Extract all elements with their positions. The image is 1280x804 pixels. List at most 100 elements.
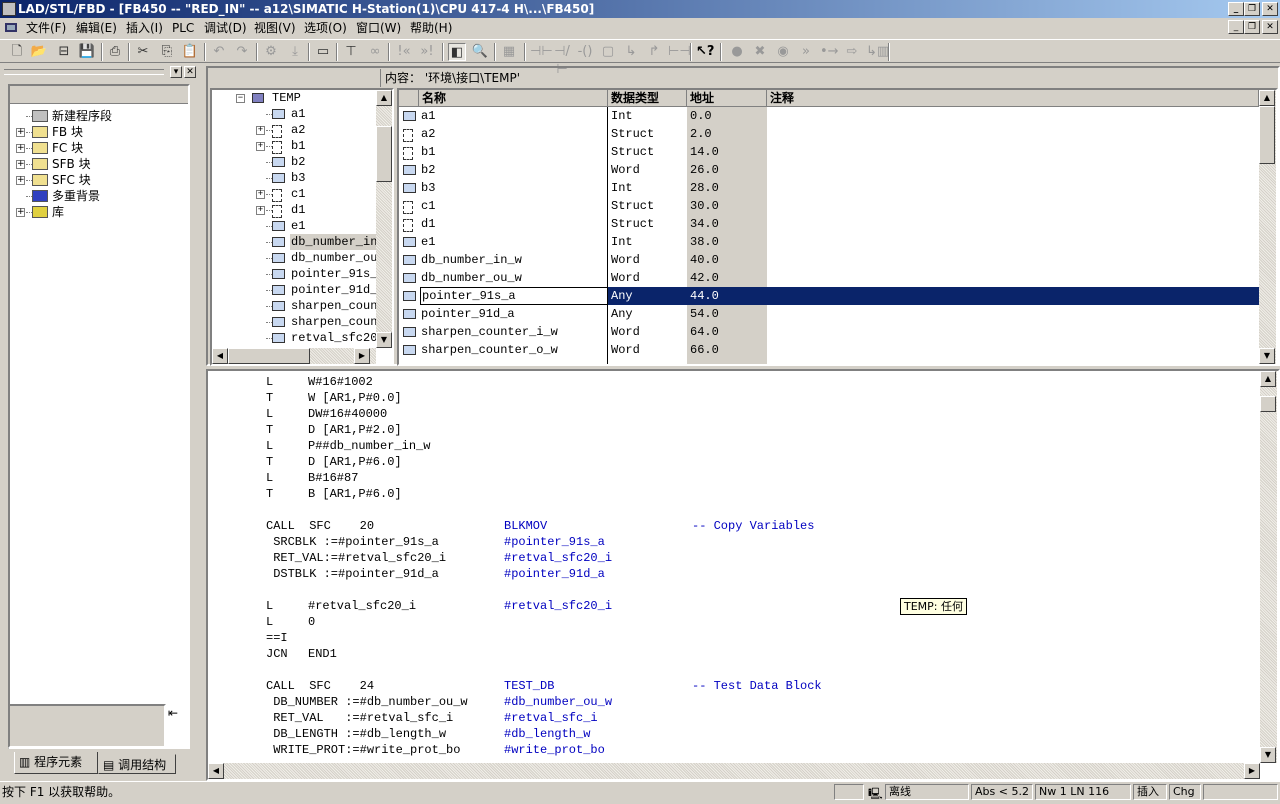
next-statement-icon[interactable]: » xyxy=(797,43,815,61)
close-branch-icon[interactable]: ↱ xyxy=(645,43,663,61)
empty-box-icon[interactable]: ▢ xyxy=(599,43,617,61)
tree-item[interactable]: pointer_91s_ xyxy=(212,266,376,282)
compile-icon[interactable]: ⚙ xyxy=(262,43,280,61)
cell-name[interactable]: pointer_91s_a xyxy=(420,287,608,305)
element-tree-item[interactable]: + SFB 块 xyxy=(10,156,188,172)
element-tree-item[interactable]: + 库 xyxy=(10,204,188,220)
cell-type[interactable]: Struct xyxy=(611,215,654,233)
column-header-name[interactable]: 名称 xyxy=(419,90,608,107)
menu-view[interactable]: 视图(V) xyxy=(254,18,296,38)
element-tree-item[interactable]: + SFC 块 xyxy=(10,172,188,188)
cell-type[interactable]: Word xyxy=(611,251,640,269)
stl-code-editor[interactable]: L W#16#1002 T W [AR1,P#0.0] L DW#16#40000 T D [… xyxy=(206,369,1280,781)
tree-scroll-thumb[interactable] xyxy=(376,126,392,182)
cell-type[interactable]: Word xyxy=(611,341,640,359)
doc-restore-button[interactable]: ❐ xyxy=(1244,20,1260,34)
details-icon[interactable]: 🔍 xyxy=(471,43,489,61)
code-scroll-thumb[interactable] xyxy=(1260,396,1276,412)
cell-type[interactable]: Any xyxy=(611,287,633,305)
save-icon[interactable]: 💾 xyxy=(78,43,96,61)
cell-name[interactable]: sharpen_counter_i_w xyxy=(420,323,558,341)
cell-name[interactable]: b1 xyxy=(420,143,435,161)
redo-icon[interactable]: ↷ xyxy=(233,43,251,61)
element-tree-item[interactable]: 新建程序段 xyxy=(10,108,188,124)
expand-icon[interactable]: + xyxy=(16,128,25,137)
doc-minimize-button[interactable]: _ xyxy=(1228,20,1244,34)
table-row[interactable]: db_number_in_w Word 40.0 xyxy=(399,251,1259,269)
menu-window[interactable]: 窗口(W) xyxy=(356,18,401,38)
column-header-comment[interactable]: 注释 xyxy=(767,90,1259,107)
menu-debug[interactable]: 调试(D) xyxy=(204,18,247,38)
panel-info-button[interactable]: ⇤ xyxy=(168,706,188,726)
table-row[interactable]: sharpen_counter_i_w Word 64.0 xyxy=(399,323,1259,341)
tree-scroll-up[interactable]: ▲ xyxy=(376,90,392,106)
tree-item[interactable]: retval_sfc20_ xyxy=(212,330,376,346)
cell-type[interactable]: Struct xyxy=(611,143,654,161)
normally-closed-icon[interactable]: ⊣/⊢ xyxy=(553,43,571,77)
collapse-icon[interactable]: − xyxy=(236,94,245,103)
expand-icon[interactable]: + xyxy=(256,126,265,135)
new-network-icon[interactable]: ▦ xyxy=(500,43,518,61)
cell-type[interactable]: Word xyxy=(611,161,640,179)
paste-icon[interactable]: 📋 xyxy=(181,43,199,61)
tree-item[interactable]: db_number_ou_ xyxy=(212,250,376,266)
step-icon[interactable]: •→ xyxy=(820,43,839,61)
program-elements-icon[interactable]: ◧ xyxy=(448,43,466,61)
table-scroll-thumb[interactable] xyxy=(1259,106,1275,164)
table-row[interactable]: b1 Struct 14.0 xyxy=(399,143,1259,161)
code-scroll-up[interactable]: ▲ xyxy=(1260,371,1276,387)
tab-program-elements[interactable]: ▥ 程序元素 xyxy=(14,752,98,774)
help-icon[interactable]: ↖? xyxy=(696,43,714,61)
expand-icon[interactable]: + xyxy=(256,190,265,199)
connection-icon[interactable]: ⊢⊣ xyxy=(668,43,691,61)
tree-item[interactable]: + a2 xyxy=(212,122,376,138)
cell-name[interactable]: a2 xyxy=(420,125,435,143)
cell-type[interactable]: Any xyxy=(611,305,633,323)
print-icon[interactable]: ⎙ xyxy=(106,43,124,61)
prev-error-icon[interactable]: !« xyxy=(395,43,413,61)
code-vscrollbar[interactable]: ▲ ▼ xyxy=(1260,371,1277,763)
column-header-type[interactable]: 数据类型 xyxy=(608,90,687,107)
undo-icon[interactable]: ↶ xyxy=(210,43,228,61)
menu-insert[interactable]: 插入(I) xyxy=(126,18,163,38)
panel-dropdown-button[interactable]: ▾ xyxy=(170,66,182,78)
tree-item[interactable]: a1 xyxy=(212,106,376,122)
tree-scroll-left[interactable]: ◀ xyxy=(212,348,228,364)
expand-icon[interactable]: + xyxy=(256,142,265,151)
tree-item[interactable]: + b1 xyxy=(212,138,376,154)
cell-name[interactable]: c1 xyxy=(420,197,435,215)
menu-help[interactable]: 帮助(H) xyxy=(410,18,452,38)
tree-item[interactable]: sharpen_coun xyxy=(212,314,376,330)
code-scroll-down[interactable]: ▼ xyxy=(1260,747,1276,763)
tree-item[interactable]: pointer_91d_ xyxy=(212,282,376,298)
tree-item[interactable]: + c1 xyxy=(212,186,376,202)
table-row[interactable]: db_number_ou_w Word 42.0 xyxy=(399,269,1259,287)
table-row[interactable]: c1 Struct 30.0 xyxy=(399,197,1259,215)
tree-scroll-right[interactable]: ▶ xyxy=(354,348,370,364)
minimize-button[interactable]: _ xyxy=(1228,2,1244,16)
cell-name[interactable]: a1 xyxy=(420,107,435,125)
cell-name[interactable]: b3 xyxy=(420,179,435,197)
close-button[interactable]: ✕ xyxy=(1262,2,1278,16)
new-icon[interactable]: 🗋 xyxy=(8,43,26,61)
expand-icon[interactable]: + xyxy=(256,206,265,215)
next-error-icon[interactable]: »! xyxy=(418,43,436,61)
cell-name[interactable]: db_number_ou_w xyxy=(420,269,522,287)
cell-type[interactable]: Int xyxy=(611,179,633,197)
table-row[interactable]: d1 Struct 34.0 xyxy=(399,215,1259,233)
table-scroll-up[interactable]: ▲ xyxy=(1259,90,1275,106)
normally-open-icon[interactable]: ⊣⊢ xyxy=(530,43,553,61)
tree-scroll-down[interactable]: ▼ xyxy=(376,332,392,348)
tree-item[interactable]: b3 xyxy=(212,170,376,186)
table-scroll-down[interactable]: ▼ xyxy=(1259,348,1275,364)
menu-options[interactable]: 选项(O) xyxy=(304,18,347,38)
tree-item[interactable]: + d1 xyxy=(212,202,376,218)
table-vscrollbar[interactable]: ▲ ▼ xyxy=(1259,90,1276,364)
cell-type[interactable]: Int xyxy=(611,107,633,125)
code-hscrollbar[interactable]: ◀ ▶ xyxy=(208,763,1260,779)
call-icon[interactable]: ↳▥ xyxy=(866,43,889,61)
tree-vscrollbar[interactable]: ▲ ▼ xyxy=(376,90,392,348)
download-icon[interactable]: ⤓ xyxy=(286,43,304,61)
table-row[interactable]: b2 Word 26.0 xyxy=(399,161,1259,179)
cell-type[interactable]: Word xyxy=(611,269,640,287)
